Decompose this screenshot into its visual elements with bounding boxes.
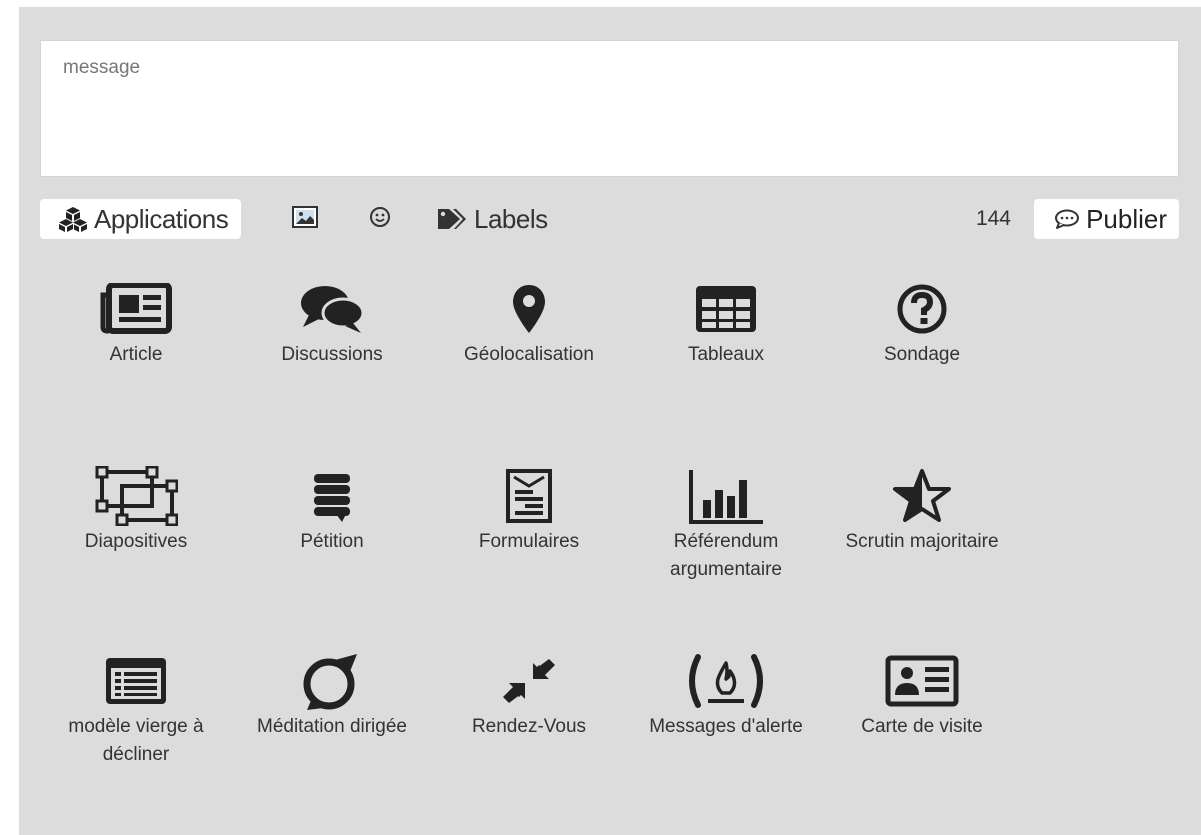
- form-icon: [429, 468, 629, 524]
- id-card-icon: [822, 653, 1022, 709]
- smile-icon: [369, 204, 391, 235]
- app-formulaires[interactable]: Formulaires: [429, 468, 629, 556]
- map-marker-icon: [429, 281, 629, 337]
- object-group-icon: [36, 466, 236, 526]
- image-button[interactable]: [292, 199, 318, 239]
- publish-button[interactable]: Publier: [1034, 199, 1179, 239]
- app-label: Article: [109, 344, 163, 365]
- list-alt-icon: [36, 653, 236, 709]
- image-icon: [292, 204, 318, 235]
- app-modele-vierge[interactable]: modèle vierge à décliner: [36, 653, 236, 769]
- app-label: Formulaires: [478, 531, 580, 552]
- table-icon: [626, 281, 826, 337]
- app-label: Référendum argumentaire: [670, 531, 782, 580]
- app-label: Carte de visite: [861, 716, 983, 737]
- app-label: Messages d'alerte: [649, 716, 803, 737]
- app-sondage[interactable]: Sondage: [822, 281, 1022, 369]
- cubes-icon: [58, 206, 88, 232]
- app-messages-alerte[interactable]: Messages d'alerte: [626, 653, 826, 741]
- app-label: Pétition: [300, 531, 364, 552]
- app-petition[interactable]: Pétition: [232, 468, 432, 556]
- newspaper-icon: [36, 281, 236, 337]
- bar-chart-icon: [626, 468, 826, 524]
- app-scrutin-majoritaire[interactable]: Scrutin majoritaire: [822, 468, 1022, 556]
- app-referendum-argumentaire[interactable]: Référendum argumentaire: [626, 468, 826, 584]
- app-label: Sondage: [883, 344, 961, 365]
- app-label: Discussions: [281, 344, 383, 365]
- app-meditation-dirigee[interactable]: Méditation dirigée: [232, 653, 432, 741]
- message-input[interactable]: message: [40, 40, 1179, 177]
- app-article[interactable]: Article: [36, 281, 236, 369]
- comments-icon: [232, 281, 432, 337]
- labels-button[interactable]: Labels: [436, 199, 548, 239]
- meditation-icon: [232, 653, 432, 710]
- compress-icon: [429, 653, 629, 709]
- app-carte-de-visite[interactable]: Carte de visite: [822, 653, 1022, 741]
- character-counter: 144: [975, 207, 1011, 230]
- composer-toolbar: Applications Labels 144 Publier: [40, 197, 1179, 243]
- app-rendez-vous[interactable]: Rendez-Vous: [429, 653, 629, 741]
- applications-tab[interactable]: Applications: [40, 199, 242, 239]
- app-label: Tableaux: [687, 344, 765, 365]
- app-label: Méditation dirigée: [257, 716, 407, 737]
- question-circle-icon: [822, 281, 1022, 337]
- app-discussions[interactable]: Discussions: [232, 281, 432, 369]
- publish-label: Publier: [1086, 203, 1167, 234]
- app-geolocalisation[interactable]: Géolocalisation: [429, 281, 629, 369]
- app-label: Géolocalisation: [464, 344, 594, 365]
- app-label: Rendez-Vous: [471, 716, 587, 737]
- emoji-button[interactable]: [369, 199, 391, 239]
- app-label: Diapositives: [84, 531, 188, 552]
- tags-icon: [436, 207, 468, 231]
- applications-label: Applications: [94, 203, 229, 234]
- app-tableaux[interactable]: Tableaux: [626, 281, 826, 369]
- petition-icon: [232, 468, 432, 524]
- app-diapositives[interactable]: Diapositives: [36, 466, 236, 556]
- app-label: Scrutin majoritaire: [845, 531, 999, 552]
- comment-icon: [1054, 209, 1080, 229]
- star-half-icon: [822, 468, 1022, 524]
- labels-label: Labels: [474, 203, 548, 234]
- app-label: modèle vierge à décliner: [68, 716, 204, 765]
- composer-panel: message Applications Labels 144 Publier …: [19, 7, 1201, 835]
- fire-alert-icon: [626, 653, 826, 709]
